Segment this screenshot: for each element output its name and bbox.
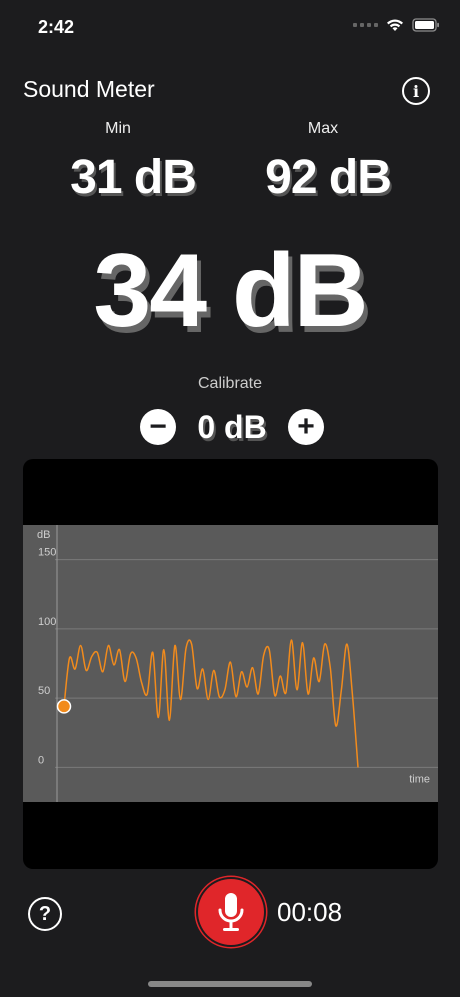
db-history-chart: 0 50 100 150 dB time: [23, 525, 438, 802]
record-button[interactable]: [198, 879, 264, 945]
min-label: Min: [105, 120, 131, 137]
y-tick-label: 150: [38, 547, 56, 559]
question-icon: ?: [38, 902, 52, 925]
status-icons: [353, 18, 440, 32]
max-value: 92 dB: [265, 151, 392, 204]
help-button[interactable]: ?: [28, 897, 62, 931]
battery-icon: [412, 18, 439, 32]
recording-timer: 00:08: [277, 897, 343, 927]
min-value: 31 dB: [70, 151, 197, 204]
y-axis-label: dB: [37, 529, 50, 541]
calibrate-minus-button[interactable]: −: [140, 409, 176, 445]
info-button[interactable]: i: [402, 77, 430, 105]
series-line: [63, 639, 359, 768]
db-history-chart-card: 0 50 100 150 dB time: [23, 459, 438, 869]
y-tick-label: 0: [38, 754, 44, 766]
info-icon: i: [412, 81, 420, 101]
x-axis-label: time: [409, 773, 430, 785]
calibrate-plus-button[interactable]: +: [288, 409, 324, 445]
y-tick-label: 100: [38, 616, 56, 628]
max-label: Max: [307, 120, 339, 137]
microphone-icon: [218, 893, 244, 931]
calibrate-controls: − 0 dB +: [140, 408, 324, 446]
y-tick-label: 50: [38, 685, 50, 697]
current-level-marker: [56, 699, 72, 714]
db-chart-svg: 0 50 100 150 dB time: [37, 525, 438, 802]
page-title: Sound Meter: [23, 76, 155, 102]
calibrate-label: Calibrate: [197, 375, 263, 392]
wifi-icon: [387, 19, 403, 31]
home-indicator: [148, 981, 312, 987]
status-bar: 2:42: [0, 0, 460, 56]
cellular-signal-icon: [353, 23, 378, 27]
calibrate-value: 0 dB: [197, 408, 267, 445]
status-time: 2:42: [38, 17, 75, 37]
current-db-value: 34 dB: [93, 233, 368, 349]
